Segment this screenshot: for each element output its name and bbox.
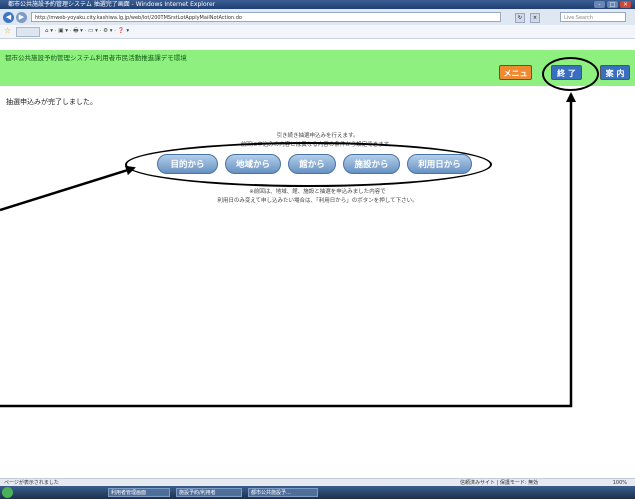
arrow-to-end <box>0 92 576 408</box>
taskbar-item[interactable]: 都市公共施設予… <box>248 488 318 497</box>
taskbar-item[interactable]: 利用者管理画面 <box>108 488 170 497</box>
taskbar-item[interactable]: 施設予約/利用者 <box>176 488 242 497</box>
taskbar: 利用者管理画面 施設予約/利用者 都市公共施設予… <box>0 486 635 499</box>
start-button[interactable] <box>2 487 13 498</box>
annotation-arrows <box>0 92 576 408</box>
arrow-to-buttons <box>0 165 136 212</box>
